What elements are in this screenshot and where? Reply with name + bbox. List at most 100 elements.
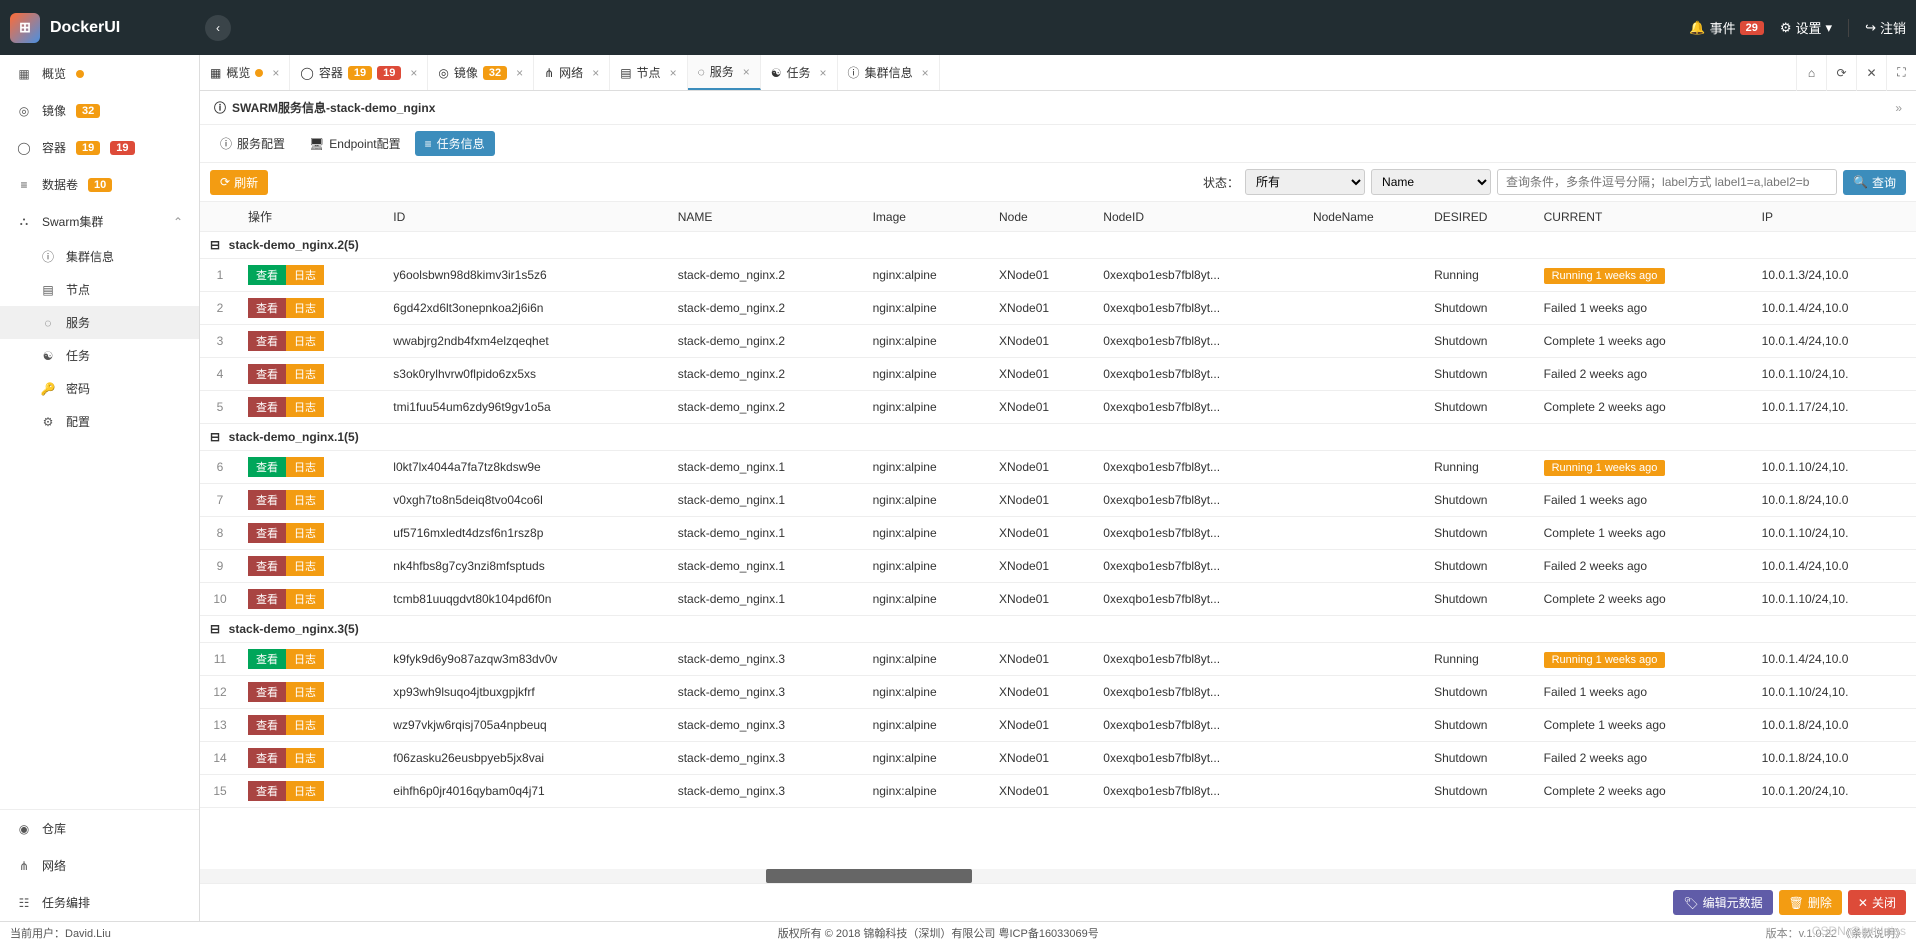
log-button[interactable]: 日志 — [286, 523, 324, 543]
table-row[interactable]: 4查看日志s3ok0rylhvrw0flpido6zx5xsstack-demo… — [200, 358, 1916, 391]
view-button[interactable]: 查看 — [248, 490, 286, 510]
tab-close-icon[interactable]: × — [670, 66, 677, 80]
tab-0[interactable]: ▦概览× — [200, 55, 290, 90]
sidebar-bottom-2[interactable]: ☷任务编排 — [0, 884, 199, 921]
sidebar-sub-2[interactable]: ◌服务 — [0, 306, 199, 339]
events-button[interactable]: 🔔 事件 29 — [1689, 18, 1763, 37]
column-header-10[interactable]: IP — [1754, 202, 1916, 232]
column-header-4[interactable]: Image — [865, 202, 991, 232]
sidebar-sub-4[interactable]: 🔑密码 — [0, 372, 199, 405]
column-header-9[interactable]: CURRENT — [1536, 202, 1754, 232]
home-button[interactable]: ⌂ — [1796, 55, 1826, 91]
column-header-8[interactable]: DESIRED — [1426, 202, 1536, 232]
view-button[interactable]: 查看 — [248, 589, 286, 609]
tab-close-icon[interactable]: × — [820, 66, 827, 80]
group-row[interactable]: ⊟ stack-demo_nginx.2(5) — [200, 232, 1916, 259]
log-button[interactable]: 日志 — [286, 490, 324, 510]
sidebar-sub-0[interactable]: ⓘ集群信息 — [0, 240, 199, 273]
sidebar-item-2[interactable]: ◯容器1919 — [0, 129, 199, 166]
close-button[interactable]: ✕关闭 — [1848, 890, 1906, 915]
close-tab-button[interactable]: ✕ — [1856, 55, 1886, 91]
sidebar-item-3[interactable]: ≡数据卷10 — [0, 166, 199, 203]
settings-button[interactable]: ⚙ 设置 ▾ — [1780, 18, 1832, 37]
table-row[interactable]: 8查看日志uf5716mxledt4dzsf6n1rsz8pstack-demo… — [200, 517, 1916, 550]
log-button[interactable]: 日志 — [286, 331, 324, 351]
sort-select[interactable]: Name — [1371, 169, 1491, 195]
sidebar-sub-3[interactable]: ☯任务 — [0, 339, 199, 372]
tab-6[interactable]: ☯任务× — [761, 55, 838, 90]
tab-close-icon[interactable]: × — [592, 66, 599, 80]
table-row[interactable]: 1查看日志y6oolsbwn98d8kimv3ir1s5z6stack-demo… — [200, 259, 1916, 292]
group-row[interactable]: ⊟ stack-demo_nginx.1(5) — [200, 424, 1916, 451]
collapse-icon[interactable]: ⊟ — [208, 622, 222, 636]
edit-metadata-button[interactable]: 🏷编辑元数据 — [1673, 890, 1772, 915]
table-row[interactable]: 10查看日志tcmb81uuqgdvt80k104pd6f0nstack-dem… — [200, 583, 1916, 616]
collapse-icon[interactable]: ⊟ — [208, 430, 222, 444]
sidebar-bottom-1[interactable]: ⋔网络 — [0, 847, 199, 884]
logo[interactable]: ⊞ DockerUI — [10, 13, 195, 43]
view-button[interactable]: 查看 — [248, 715, 286, 735]
sidebar-item-0[interactable]: ▦概览 — [0, 55, 199, 92]
view-button[interactable]: 查看 — [248, 457, 286, 477]
view-button[interactable]: 查看 — [248, 298, 286, 318]
subtab-0[interactable]: ⓘ服务配置 — [210, 131, 295, 156]
tab-1[interactable]: ◯容器1919× — [290, 55, 428, 90]
sidebar-item-4[interactable]: ⛬Swarm集群⌃ — [0, 203, 199, 240]
table-row[interactable]: 2查看日志6gd42xd6lt3onepnkoa2j6i6nstack-demo… — [200, 292, 1916, 325]
column-header-5[interactable]: Node — [991, 202, 1095, 232]
log-button[interactable]: 日志 — [286, 649, 324, 669]
log-button[interactable]: 日志 — [286, 397, 324, 417]
tab-7[interactable]: ⓘ集群信息× — [838, 55, 940, 90]
horizontal-scrollbar[interactable] — [200, 869, 1916, 883]
table-row[interactable]: 14查看日志f06zasku26eusbpyeb5jx8vaistack-dem… — [200, 742, 1916, 775]
view-button[interactable]: 查看 — [248, 364, 286, 384]
table-wrap[interactable]: 操作IDNAMEImageNodeNodeIDNodeNameDESIREDCU… — [200, 202, 1916, 869]
view-button[interactable]: 查看 — [248, 265, 286, 285]
table-row[interactable]: 9查看日志nk4hfbs8g7cy3nzi8mfsptudsstack-demo… — [200, 550, 1916, 583]
log-button[interactable]: 日志 — [286, 265, 324, 285]
tab-close-icon[interactable]: × — [922, 66, 929, 80]
table-row[interactable]: 3查看日志wwabjrg2ndb4fxm4elzqeqhetstack-demo… — [200, 325, 1916, 358]
table-row[interactable]: 15查看日志eihfh6p0jr4016qybam0q4j71stack-dem… — [200, 775, 1916, 808]
tab-5[interactable]: ◌服务× — [688, 55, 761, 90]
log-button[interactable]: 日志 — [286, 781, 324, 801]
log-button[interactable]: 日志 — [286, 457, 324, 477]
tab-close-icon[interactable]: × — [516, 66, 523, 80]
refresh-button[interactable]: ⟳ 刷新 — [210, 170, 268, 195]
table-row[interactable]: 11查看日志k9fyk9d6y9o87azqw3m83dv0vstack-dem… — [200, 643, 1916, 676]
tab-4[interactable]: ▤节点× — [610, 55, 687, 90]
tab-close-icon[interactable]: × — [743, 65, 750, 79]
search-button[interactable]: 🔍 查询 — [1843, 170, 1906, 195]
view-button[interactable]: 查看 — [248, 781, 286, 801]
tab-2[interactable]: ◎镜像32× — [428, 55, 534, 90]
log-button[interactable]: 日志 — [286, 556, 324, 576]
sidebar-sub-1[interactable]: ▤节点 — [0, 273, 199, 306]
scrollbar-thumb[interactable] — [766, 869, 972, 883]
sidebar-item-1[interactable]: ◎镜像32 — [0, 92, 199, 129]
state-select[interactable]: 所有 — [1245, 169, 1365, 195]
view-button[interactable]: 查看 — [248, 556, 286, 576]
delete-button[interactable]: 🗑删除 — [1779, 890, 1842, 915]
log-button[interactable]: 日志 — [286, 715, 324, 735]
log-button[interactable]: 日志 — [286, 364, 324, 384]
back-button[interactable]: ‹ — [205, 15, 231, 41]
table-row[interactable]: 5查看日志tmi1fuu54um6zdy96t9gv1o5astack-demo… — [200, 391, 1916, 424]
view-button[interactable]: 查看 — [248, 649, 286, 669]
logout-button[interactable]: ↪ 注销 — [1865, 18, 1906, 37]
tab-3[interactable]: ⋔网络× — [534, 55, 610, 90]
view-button[interactable]: 查看 — [248, 331, 286, 351]
subtab-1[interactable]: 🖥Endpoint配置 — [299, 131, 411, 156]
log-button[interactable]: 日志 — [286, 748, 324, 768]
expand-button[interactable]: » — [1895, 101, 1902, 115]
column-header-1[interactable]: 操作 — [240, 202, 385, 232]
view-button[interactable]: 查看 — [248, 397, 286, 417]
column-header-0[interactable] — [200, 202, 240, 232]
column-header-7[interactable]: NodeName — [1305, 202, 1426, 232]
collapse-icon[interactable]: ⊟ — [208, 238, 222, 252]
log-button[interactable]: 日志 — [286, 589, 324, 609]
refresh-tab-button[interactable]: ⟳ — [1826, 55, 1856, 91]
fullscreen-button[interactable]: ⛶ — [1886, 55, 1916, 91]
sidebar-sub-5[interactable]: ⚙配置 — [0, 405, 199, 438]
table-row[interactable]: 13查看日志wz97vkjw6rqisj705a4npbeuqstack-dem… — [200, 709, 1916, 742]
subtab-2[interactable]: ≡任务信息 — [415, 131, 495, 156]
